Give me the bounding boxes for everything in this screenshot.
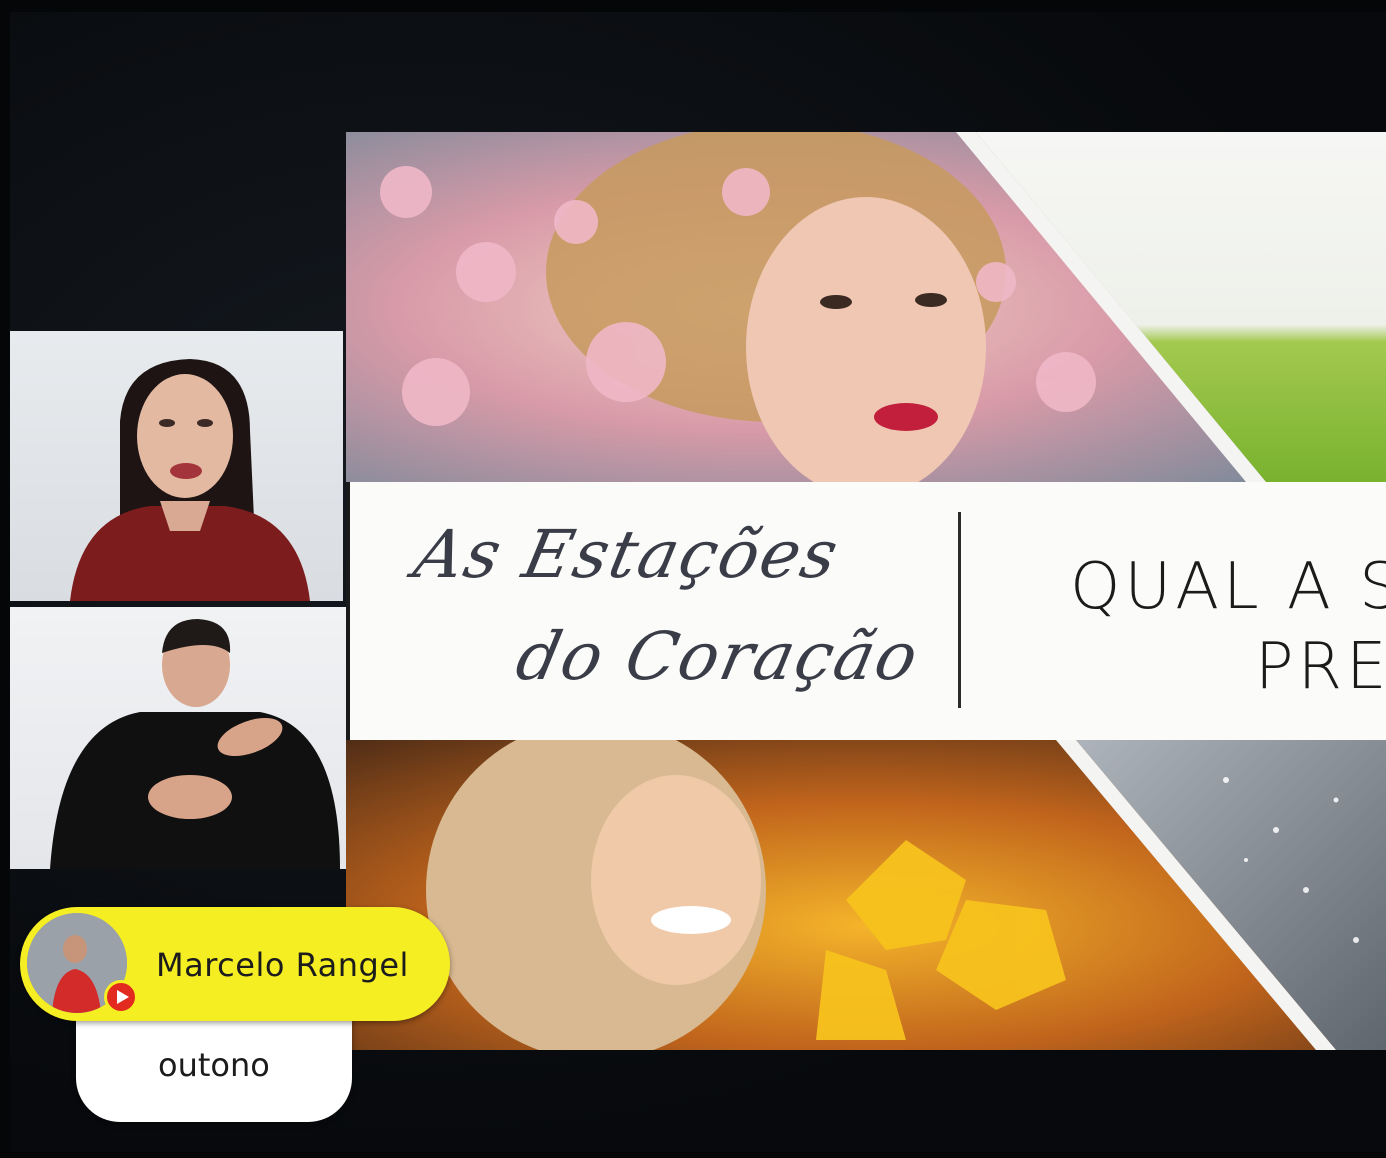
interpreter-figure [50, 619, 340, 869]
slide-question-line2: PRE [1255, 630, 1386, 704]
presentation-slide: As Estações do Coração QUAL A S PRE [346, 132, 1386, 1050]
title-divider [958, 512, 961, 708]
slide-top-photo-spring-summer [346, 132, 1386, 482]
slide-title-band: As Estações do Coração QUAL A S PRE [350, 482, 1386, 740]
slide-title-line1: As Estações [407, 516, 847, 593]
slide-bottom-photo-autumn-winter [346, 740, 1386, 1050]
slide-title-line2: do Coração [509, 618, 927, 695]
slide-question-line1: QUAL A S [1070, 550, 1386, 624]
host-camera-feed [10, 331, 343, 601]
chat-message-text: outono [158, 1046, 270, 1084]
youtube-icon [104, 980, 138, 1014]
chat-author-name: Marcelo Rangel [156, 946, 409, 984]
host-figure [70, 359, 310, 601]
interpreter-camera-feed [10, 607, 350, 869]
